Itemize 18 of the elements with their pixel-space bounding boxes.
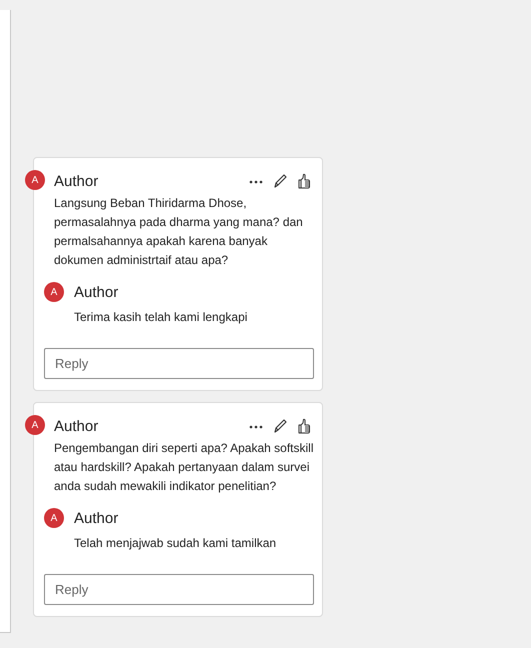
reply-text: Telah menjajwab sudah kami tamilkan <box>74 535 278 552</box>
thumbs-up-icon[interactable] <box>296 417 312 435</box>
edit-icon[interactable] <box>272 417 288 435</box>
avatar: A <box>25 415 45 435</box>
thumbs-up-icon[interactable] <box>296 172 312 190</box>
author-name: Author <box>54 418 98 434</box>
avatar: A <box>44 508 64 528</box>
reply-field[interactable]: Reply <box>44 574 314 605</box>
author-name: Author <box>54 172 98 190</box>
author-name: Author <box>74 284 118 300</box>
reply-text: Terima kasih telah kami lengkapi <box>74 309 248 326</box>
comment-text: Langsung Beban Thiridarma Dhose, permasalahnya pada dharma yang mana? dan permalsahannya apakah karena banyak dokumen administrtaif atau apa? <box>54 195 304 269</box>
avatar: A <box>25 170 45 190</box>
comment-text: Pengembangan diri seperti apa? Apakah softskill atau hardskill? Apakah pertanyaan dalam survei anda sudah mewakili indikator penelitian? <box>54 440 314 495</box>
author-name: Author <box>74 510 118 526</box>
reply-field[interactable]: Reply <box>44 348 314 379</box>
avatar: A <box>44 282 64 302</box>
edit-icon[interactable] <box>272 172 288 190</box>
